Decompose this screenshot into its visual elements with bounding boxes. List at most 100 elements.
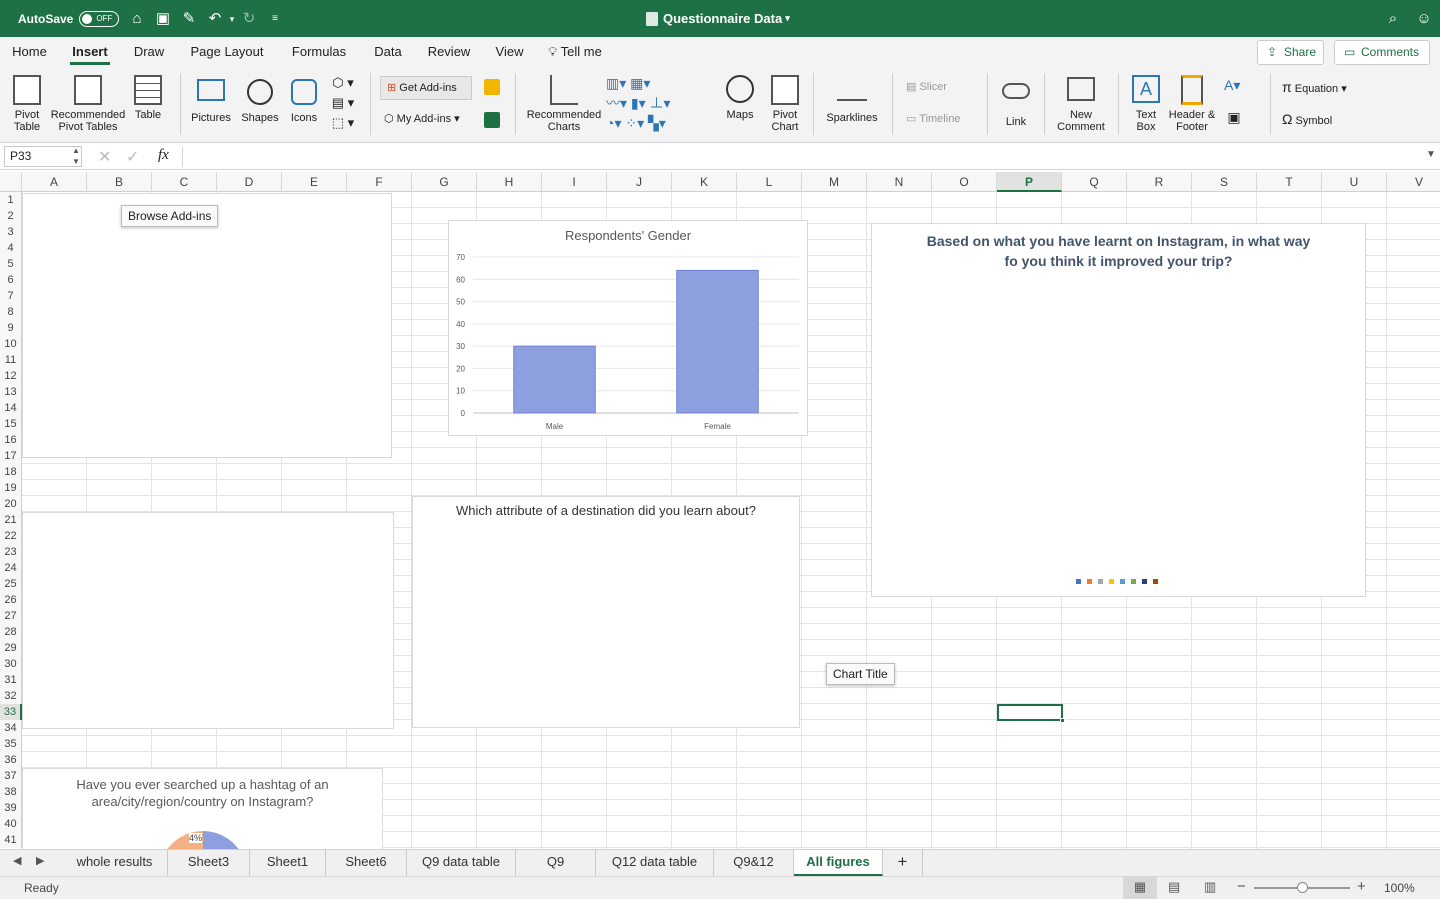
sparklines-button[interactable]: Sparklines	[822, 75, 882, 124]
row-header-31[interactable]: 31	[0, 672, 22, 688]
formula-input[interactable]	[182, 147, 1412, 167]
sheet-tab-sheet6[interactable]: Sheet6	[326, 850, 407, 876]
sheet-tab-q9-12[interactable]: Q9&12	[714, 850, 794, 876]
column-header-d[interactable]: D	[217, 172, 282, 192]
page-break-view-icon[interactable]: ▥	[1204, 879, 1216, 895]
row-header-17[interactable]: 17	[0, 448, 22, 464]
row-header-8[interactable]: 8	[0, 304, 22, 320]
tab-insert[interactable]: Insert	[70, 37, 110, 67]
zoom-level[interactable]: 100%	[1384, 881, 1415, 895]
row-header-11[interactable]: 11	[0, 352, 22, 368]
row-header-37[interactable]: 37	[0, 768, 22, 784]
column-header-m[interactable]: M	[802, 172, 867, 192]
confirm-icon[interactable]: ✓	[126, 147, 139, 167]
slicer-button[interactable]: ▤ Slicer	[906, 81, 966, 93]
column-header-p[interactable]: P	[997, 172, 1062, 192]
row-header-33[interactable]: 33	[0, 704, 22, 720]
fx-label[interactable]: fx	[158, 147, 169, 164]
row-header-24[interactable]: 24	[0, 560, 22, 576]
people-graph-icon[interactable]	[484, 112, 500, 128]
chart-types-group[interactable]: ▥▾ ▦▾ 〰▾ ▮▾ ⊥▾ ◔▾ ⁘▾ ▚▾	[606, 73, 716, 137]
row-header-21[interactable]: 21	[0, 512, 22, 528]
column-header-g[interactable]: G	[412, 172, 477, 192]
add-sheet-button[interactable]: +	[883, 850, 923, 876]
column-header-h[interactable]: H	[477, 172, 542, 192]
tell-me[interactable]: 💡︎ Tell me	[540, 37, 610, 67]
row-header-29[interactable]: 29	[0, 640, 22, 656]
scroll-right-icon[interactable]: ▶	[36, 854, 44, 867]
new-comment-button[interactable]: New Comment	[1054, 75, 1108, 133]
column-header-k[interactable]: K	[672, 172, 737, 192]
undo-icon[interactable]: ↶	[207, 10, 223, 27]
chevron-down-icon[interactable]: ▾	[228, 11, 236, 27]
row-header-25[interactable]: 25	[0, 576, 22, 592]
zoom-slider[interactable]	[1254, 882, 1350, 893]
sheet-tab-whole-results[interactable]: whole results	[62, 850, 168, 876]
redo-icon[interactable]: ↻	[241, 10, 257, 27]
save-icon[interactable]: ▣	[155, 10, 171, 27]
maps-button[interactable]: Maps	[720, 75, 760, 121]
scroll-left-icon[interactable]: ◀	[13, 854, 21, 867]
search-icon[interactable]: ⌕	[1385, 10, 1401, 27]
text-box-button[interactable]: A Text Box	[1128, 75, 1164, 133]
get-addins-button[interactable]: ⊞ Get Add-ins	[380, 76, 472, 100]
column-header-q[interactable]: Q	[1062, 172, 1127, 192]
row-header-40[interactable]: 40	[0, 816, 22, 832]
zoom-out-icon[interactable]: −	[1237, 878, 1246, 895]
row-header-12[interactable]: 12	[0, 368, 22, 384]
symbol-button[interactable]: Ω Symbol	[1282, 112, 1352, 127]
column-header-v[interactable]: V	[1387, 172, 1440, 192]
selected-cell-p33[interactable]	[997, 704, 1063, 721]
column-header-c[interactable]: C	[152, 172, 217, 192]
row-header-28[interactable]: 28	[0, 624, 22, 640]
row-header-7[interactable]: 7	[0, 288, 22, 304]
customize-toolbar-icon[interactable]: ≡	[267, 11, 283, 27]
row-header-41[interactable]: 41	[0, 832, 22, 848]
row-header-27[interactable]: 27	[0, 608, 22, 624]
attribute-chart[interactable]: Which attribute of a destination did you…	[412, 496, 800, 728]
row-header-23[interactable]: 23	[0, 544, 22, 560]
table-button[interactable]: Table	[130, 75, 166, 121]
edit-icon[interactable]: ✎	[181, 10, 197, 27]
row-header-2[interactable]: 2	[0, 208, 22, 224]
row-header-35[interactable]: 35	[0, 736, 22, 752]
home-icon[interactable]: ⌂	[129, 10, 145, 27]
sheet-tab-sheet1[interactable]: Sheet1	[250, 850, 326, 876]
empty-chart-middle-left[interactable]	[22, 512, 394, 729]
column-header-i[interactable]: I	[542, 172, 607, 192]
tab-view[interactable]: View	[494, 37, 525, 67]
row-header-39[interactable]: 39	[0, 800, 22, 816]
row-header-19[interactable]: 19	[0, 480, 22, 496]
comments-button[interactable]: ▭ Comments	[1334, 40, 1430, 65]
column-header-t[interactable]: T	[1257, 172, 1322, 192]
row-header-9[interactable]: 9	[0, 320, 22, 336]
tab-data[interactable]: Data	[373, 37, 403, 67]
row-header-14[interactable]: 14	[0, 400, 22, 416]
row-header-34[interactable]: 34	[0, 720, 22, 736]
autosave-control[interactable]: AutoSave OFF	[18, 0, 120, 37]
tab-page-layout[interactable]: Page Layout	[188, 37, 266, 67]
share-button[interactable]: ⇪ Share	[1257, 40, 1324, 65]
cancel-icon[interactable]: ✕	[98, 147, 111, 167]
bing-icon[interactable]	[484, 79, 500, 95]
column-header-a[interactable]: A	[22, 172, 87, 192]
bar-male[interactable]	[513, 345, 596, 414]
column-header-u[interactable]: U	[1322, 172, 1387, 192]
tab-formulas[interactable]: Formulas	[290, 37, 348, 67]
smiley-icon[interactable]: ☺	[1416, 10, 1432, 27]
zoom-slider-knob[interactable]	[1297, 882, 1308, 893]
bar-female[interactable]	[676, 269, 759, 414]
sheet-tab-sheet3[interactable]: Sheet3	[168, 850, 250, 876]
tab-draw[interactable]: Draw	[132, 37, 166, 67]
autosave-toggle[interactable]: OFF	[79, 10, 120, 27]
worksheet-grid[interactable]: ABCDEFGHIJKLMNOPQRSTUV 1 2 3 4 5 6 7 8 9 10 11 12 13…	[0, 172, 1440, 849]
hashtag-chart[interactable]: Have you ever searched up a hashtag of a…	[22, 768, 383, 849]
recommended-charts-button[interactable]: Recommended Charts	[525, 75, 603, 133]
row-header-13[interactable]: 13	[0, 384, 22, 400]
column-header-l[interactable]: L	[737, 172, 802, 192]
recommended-pivot-tables-button[interactable]: Recommended Pivot Tables	[50, 75, 126, 133]
row-header-36[interactable]: 36	[0, 752, 22, 768]
shapes-button[interactable]: Shapes	[240, 75, 280, 124]
column-header-j[interactable]: J	[607, 172, 672, 192]
link-button[interactable]: Link	[996, 75, 1036, 128]
